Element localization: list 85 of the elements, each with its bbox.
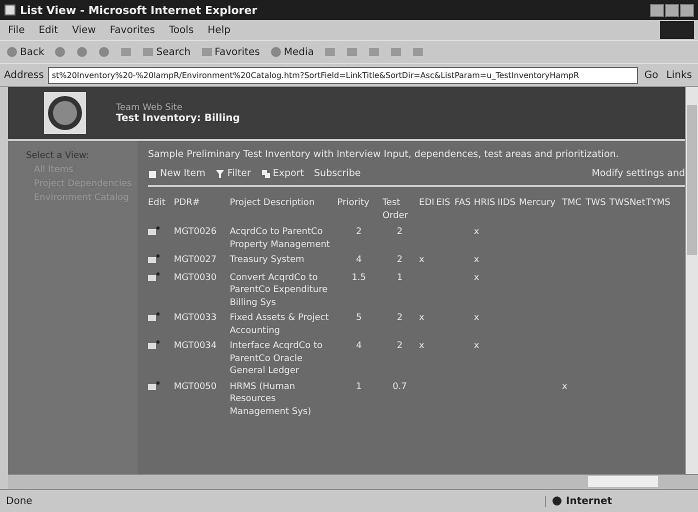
menu-item[interactable]: View xyxy=(72,24,96,36)
table-cell-text: x xyxy=(474,272,480,284)
column-header[interactable]: TYMS xyxy=(646,197,685,226)
table-cell[interactable]: MGT0026 xyxy=(174,226,228,238)
column-header[interactable]: PDR# xyxy=(174,197,230,226)
table-cell[interactable]: MGT0050 xyxy=(174,380,228,393)
window-title: List View - Microsoft Internet Explorer xyxy=(20,4,258,16)
column-header[interactable]: HRIS xyxy=(474,197,498,226)
table-cell-text: Interface AcqrdCo to ParentCo Oracle General Ledger xyxy=(230,340,324,378)
table-cell-text: 2 xyxy=(396,254,404,266)
links-button[interactable]: Links xyxy=(664,68,694,82)
table-cell[interactable]: MGT0027 xyxy=(174,254,228,266)
table-cell-text: 0.7 xyxy=(392,380,408,393)
menu-item[interactable]: Favorites xyxy=(110,24,156,36)
table-cell[interactable]: MGT0030 xyxy=(174,272,228,284)
menu-item[interactable]: Help xyxy=(208,24,230,36)
column-header[interactable]: TMC xyxy=(562,197,586,226)
subscribe-link[interactable]: Subscribe xyxy=(314,168,361,179)
table-cell-text: 2 xyxy=(355,226,363,238)
globe-icon xyxy=(552,496,562,506)
table-cell-text: x xyxy=(474,312,480,324)
sidebar-heading: Select a View: xyxy=(26,151,90,161)
favorites-button[interactable]: Favorites xyxy=(198,45,262,59)
modify-settings-link[interactable]: Modify settings and xyxy=(592,168,685,179)
maximize-button[interactable] xyxy=(665,4,679,16)
back-button[interactable]: Back xyxy=(4,45,46,59)
table-cell-text: 4 xyxy=(355,254,363,266)
menu-item[interactable]: Edit xyxy=(38,24,58,36)
menu-item[interactable]: Tools xyxy=(169,24,194,36)
document-icon xyxy=(148,168,158,178)
column-header[interactable]: FAS xyxy=(454,197,474,226)
address-label: Address xyxy=(4,70,44,80)
table-cell[interactable]: MGT0034 xyxy=(174,340,228,352)
table-cell-text: x xyxy=(419,312,426,324)
filter-link[interactable]: Filter xyxy=(215,168,251,179)
filter-icon xyxy=(215,168,226,178)
table-cell-text: 2 xyxy=(396,312,404,324)
security-zone: Internet xyxy=(545,496,692,506)
column-header[interactable]: IIDS xyxy=(498,197,520,226)
column-header[interactable]: Project Description xyxy=(230,197,338,226)
horizontal-scrollbar[interactable] xyxy=(8,474,698,489)
status-text: Done xyxy=(6,496,34,506)
table-cell-text: x xyxy=(474,254,480,266)
column-header[interactable]: Priority xyxy=(337,197,382,226)
table-cell-text: 1.5 xyxy=(350,272,368,284)
column-header[interactable]: EDI xyxy=(419,197,436,226)
site-name[interactable]: Team Web Site xyxy=(116,102,240,112)
table-cell-text: Convert AcqrdCo to ParentCo Expenditure Billing Sys xyxy=(230,272,329,309)
table-cell-text: 5 xyxy=(355,312,363,324)
table-cell-text: x xyxy=(474,226,480,238)
table-cell-text: x xyxy=(419,254,426,266)
pages-icon xyxy=(260,168,271,178)
table-cell-text: 4 xyxy=(355,340,363,352)
column-header[interactable]: TWSNet xyxy=(609,197,646,226)
new-link[interactable]: New Item xyxy=(148,168,206,179)
site-logo-icon xyxy=(44,92,86,134)
list-description: Sample Preliminary Test Inventory with Interview Input, dependences, test areas and prioritization. xyxy=(148,149,620,160)
column-header[interactable]: Test Order xyxy=(382,197,420,226)
table-cell-text: AcqrdCo to ParentCo Property Management xyxy=(230,226,331,251)
minimize-button[interactable] xyxy=(650,4,664,16)
column-header[interactable]: TWS xyxy=(586,197,610,226)
table-cell[interactable]: MGT0033 xyxy=(174,312,228,324)
table-cell-text: 2 xyxy=(396,226,404,238)
column-header[interactable]: Mercury xyxy=(519,197,562,226)
address-field[interactable]: st%20Inventory%20-%20lampR/Environment%20Catalog.htm?SortField=LinkTitle&SortDir=Asc&ListParam=u_TestInventoryHampR xyxy=(48,66,638,84)
table-cell-text: x xyxy=(474,340,480,352)
menu-item[interactable]: File xyxy=(8,24,25,36)
table-cell-text: x xyxy=(419,340,426,352)
table-cell-text: 2 xyxy=(396,340,404,352)
media-button[interactable]: Media xyxy=(268,45,316,59)
search-button[interactable]: Search xyxy=(140,45,193,59)
vertical-scrollbar[interactable] xyxy=(685,87,698,474)
column-header[interactable]: Edit xyxy=(148,197,174,226)
table-cell-text: 1 xyxy=(355,380,363,393)
list-title: Test Inventory: Billing xyxy=(116,112,240,124)
table-cell-text: Treasury System xyxy=(230,254,306,266)
page-icon xyxy=(4,4,16,16)
table-cell-text: 1 xyxy=(396,272,404,284)
table-cell-text: Fixed Assets & Project Accounting xyxy=(230,312,330,337)
go-button[interactable]: Go xyxy=(642,68,660,82)
export-link[interactable]: Export xyxy=(260,168,304,179)
table-cell-text: HRMS (Human Resources Management Sys) xyxy=(230,380,312,418)
column-header[interactable]: EIS xyxy=(436,197,454,226)
table-cell-text: x xyxy=(562,380,568,393)
close-button[interactable] xyxy=(680,4,694,16)
